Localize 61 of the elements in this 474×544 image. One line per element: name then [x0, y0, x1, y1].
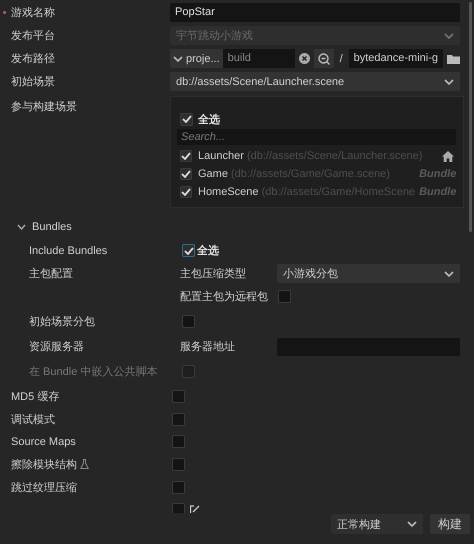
path-prefix-dropdown[interactable]: proje... [170, 49, 223, 68]
dropdown: 宇节跳动小游戏 [170, 26, 460, 45]
field-label: 主包压缩类型 [179, 266, 247, 281]
checkbox[interactable] [172, 458, 185, 471]
caret-icon [17, 224, 26, 230]
field-label: 服务器地址 [179, 340, 236, 354]
field-label: MD5 缓存 [11, 390, 60, 404]
checkbox[interactable] [182, 315, 195, 328]
field-label: 在 Bundle 中嵌入公共脚本 [29, 365, 158, 379]
dropdown[interactable]: 小游戏分包 [277, 264, 460, 283]
checkbox-label: 全选 [198, 112, 220, 126]
field-label: 跳过纹理压缩 [11, 480, 77, 495]
checkbox[interactable] [172, 412, 185, 426]
field-label: 参与构建场景 [11, 100, 77, 114]
checkbox[interactable] [278, 290, 291, 303]
build-mode-dropdown[interactable]: 正常构建 [331, 514, 423, 534]
caret-icon [444, 78, 454, 84]
field-label: 配置主包为远程包 [179, 290, 269, 304]
field-label: 发布平台 [11, 29, 55, 43]
field-label: 游戏名称 [11, 6, 55, 20]
search-field[interactable]: Search... [177, 129, 456, 145]
text-field[interactable]: PopStar [170, 3, 460, 22]
field-label: 初始场景分包 [29, 314, 95, 329]
home-icon [442, 150, 454, 162]
checkbox[interactable] [180, 168, 192, 180]
checkbox-label: 全选 [197, 244, 219, 258]
checkbox[interactable] [172, 390, 185, 403]
caret-icon [444, 270, 454, 276]
path-separator: / [338, 52, 344, 64]
check-icon [182, 115, 192, 123]
folder-icon [447, 54, 460, 64]
scrollbar[interactable] [469, 2, 472, 232]
field-label: 调试模式 [11, 412, 55, 427]
checkbox[interactable] [180, 112, 193, 126]
bundle-tag: Bundle [419, 168, 456, 180]
check-icon [184, 246, 194, 254]
search-button[interactable] [314, 49, 334, 68]
checkbox[interactable] [172, 503, 185, 513]
section-header[interactable]: Bundles [0, 215, 460, 239]
field-label: 资源服务器 [29, 340, 84, 354]
field-label: Source Maps [11, 436, 76, 448]
checkbox[interactable] [182, 244, 195, 257]
dropdown[interactable]: db://assets/Scene/Launcher.scene [170, 72, 460, 91]
checkbox[interactable] [180, 186, 192, 198]
caret-icon [173, 56, 183, 62]
folder-name-field[interactable]: bytedance-mini-g [348, 49, 443, 68]
bundle-tag: Bundle [419, 186, 456, 198]
field-label: Include Bundles [29, 244, 108, 256]
checkbox[interactable] [172, 435, 185, 448]
field-label: 擦除模块结构 [11, 458, 77, 472]
caret-icon [444, 32, 454, 38]
checkbox[interactable] [180, 150, 192, 162]
field-label: 主包配置 [29, 266, 73, 281]
build-button[interactable]: 构建 [430, 514, 470, 534]
checkbox[interactable] [172, 480, 185, 494]
path-field[interactable]: build [222, 49, 295, 68]
search-icon [318, 52, 330, 64]
clear-icon [298, 53, 310, 64]
caret-icon [407, 521, 417, 527]
field-label: 发布路径 [11, 52, 55, 66]
field-label: 初始场景 [11, 74, 55, 89]
